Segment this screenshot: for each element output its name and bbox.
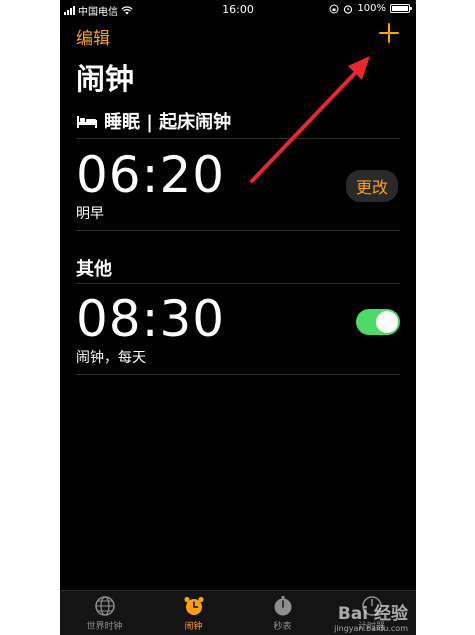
tab-label: 秒表 [273,622,292,632]
rotation-lock-icon [329,4,339,13]
edit-button[interactable]: 编辑 [76,24,110,49]
battery-percent: 100% [357,3,386,14]
page-title: 闹钟 [76,62,135,96]
stopwatch-icon [274,596,291,616]
battery-icon [390,4,412,13]
change-button[interactable]: 更改 [345,170,398,202]
divider [76,138,400,139]
watermark: Bai 经验 jingyan.baidu.com [334,599,408,633]
sleep-alarm-label: 明早 [76,206,104,222]
phone-screen: 中国电信 16:00 100% 编辑 闹钟 睡眠 | 起床闹钟 06:20 明早… [60,0,416,635]
toggle-knob [376,311,398,333]
watermark-logo: Bai 经验 [337,604,408,624]
alarm-toggle[interactable] [356,309,400,335]
tab-label: 闹钟 [184,622,203,632]
divider [76,283,400,284]
other-section-title: 其他 [76,259,112,280]
sleep-section-header: 睡眠 | 起床闹钟 [76,108,231,134]
sleep-alarm-time[interactable]: 06:20 [76,146,225,204]
alarm-time[interactable]: 08:30 [76,290,225,348]
alarm-label: 闹钟，每天 [76,350,146,366]
tab-alarm[interactable]: 闹钟 [149,591,238,635]
tab-stopwatch[interactable]: 秒表 [238,591,327,635]
divider [76,230,400,231]
alarm-status-icon [344,4,353,14]
tab-world-clock[interactable]: 世界时钟 [60,591,149,635]
alarm-clock-icon [183,596,204,615]
plus-icon[interactable] [378,22,400,44]
status-right: 100% [329,3,412,14]
divider [76,374,400,375]
status-bar: 中国电信 16:00 100% [60,0,416,18]
watermark-url: jingyan.baidu.com [334,624,408,633]
sleep-section-title: 睡眠 | 起床闹钟 [104,112,232,133]
tab-label: 世界时钟 [86,622,123,632]
globe-icon [94,596,115,616]
bed-icon [77,116,97,128]
